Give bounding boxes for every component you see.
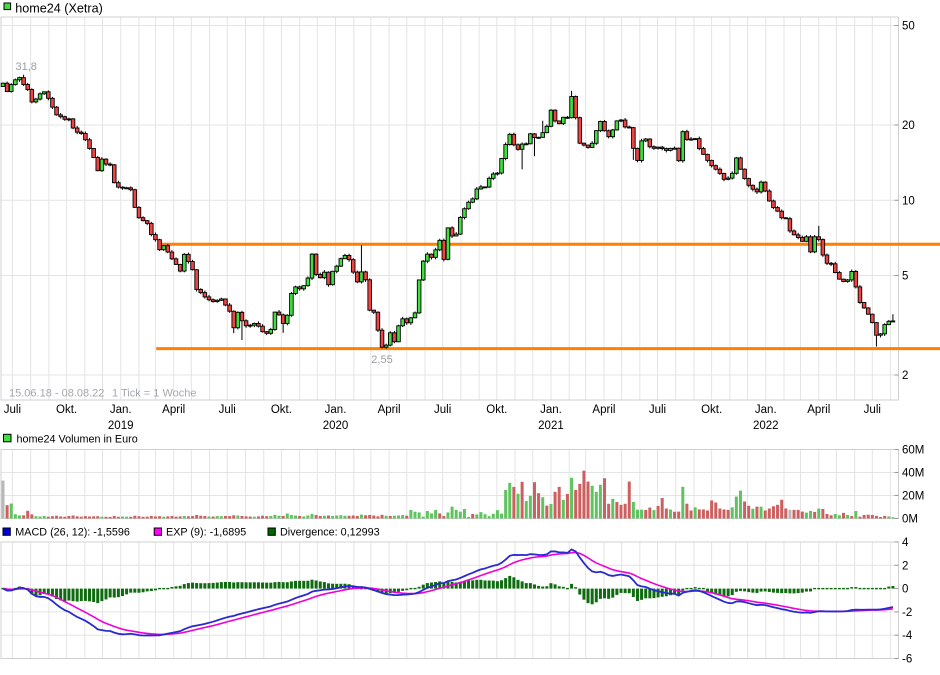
svg-text:2: 2: [902, 370, 908, 382]
svg-text:Juli: Juli: [649, 404, 666, 416]
svg-text:Juli: Juli: [434, 404, 451, 416]
svg-text:EXP (9): -1,6895: EXP (9): -1,6895: [166, 526, 246, 538]
svg-text:Jan.: Jan.: [110, 404, 132, 416]
svg-text:60M: 60M: [902, 445, 924, 457]
svg-text:2021: 2021: [538, 420, 564, 432]
svg-text:home24 (Xetra): home24 (Xetra): [15, 2, 103, 16]
svg-text:Okt.: Okt.: [486, 404, 507, 416]
svg-text:2022: 2022: [753, 420, 779, 432]
svg-text:20M: 20M: [902, 491, 924, 503]
svg-text:Juli: Juli: [219, 404, 236, 416]
svg-text:Okt.: Okt.: [56, 404, 77, 416]
svg-text:31,8: 31,8: [16, 61, 37, 73]
svg-text:Jan.: Jan.: [755, 404, 777, 416]
svg-text:2: 2: [902, 560, 908, 572]
svg-text:20: 20: [902, 120, 915, 132]
svg-text:0: 0: [902, 584, 908, 596]
svg-text:Juli: Juli: [4, 404, 21, 416]
svg-text:Divergence: 0,12993: Divergence: 0,12993: [280, 526, 380, 538]
svg-text:MACD (26, 12): -1,5596: MACD (26, 12): -1,5596: [15, 526, 130, 538]
svg-text:5: 5: [902, 271, 908, 283]
svg-text:April: April: [807, 404, 830, 416]
svg-text:Okt.: Okt.: [271, 404, 292, 416]
svg-text:Juli: Juli: [864, 404, 881, 416]
svg-text:2019: 2019: [108, 420, 134, 432]
svg-text:April: April: [378, 404, 401, 416]
svg-text:Okt.: Okt.: [701, 404, 722, 416]
svg-text:-2: -2: [902, 607, 912, 619]
svg-text:April: April: [592, 404, 615, 416]
svg-text:4: 4: [902, 537, 909, 549]
svg-text:10: 10: [902, 195, 915, 207]
svg-text:2020: 2020: [323, 420, 349, 432]
svg-text:0M: 0M: [902, 514, 918, 526]
svg-text:-6: -6: [902, 654, 912, 666]
svg-text:Jan.: Jan.: [325, 404, 347, 416]
svg-text:-4: -4: [902, 630, 913, 642]
svg-text:1 Tick = 1 Woche: 1 Tick = 1 Woche: [112, 388, 196, 400]
svg-text:home24 Volumen in Euro: home24 Volumen in Euro: [17, 434, 138, 446]
svg-text:50: 50: [902, 21, 915, 33]
svg-text:40M: 40M: [902, 468, 924, 480]
svg-text:2,55: 2,55: [371, 354, 392, 366]
svg-text:15.06.18 - 08.08.22: 15.06.18 - 08.08.22: [9, 388, 104, 400]
svg-text:Jan.: Jan.: [540, 404, 562, 416]
svg-text:April: April: [162, 404, 185, 416]
